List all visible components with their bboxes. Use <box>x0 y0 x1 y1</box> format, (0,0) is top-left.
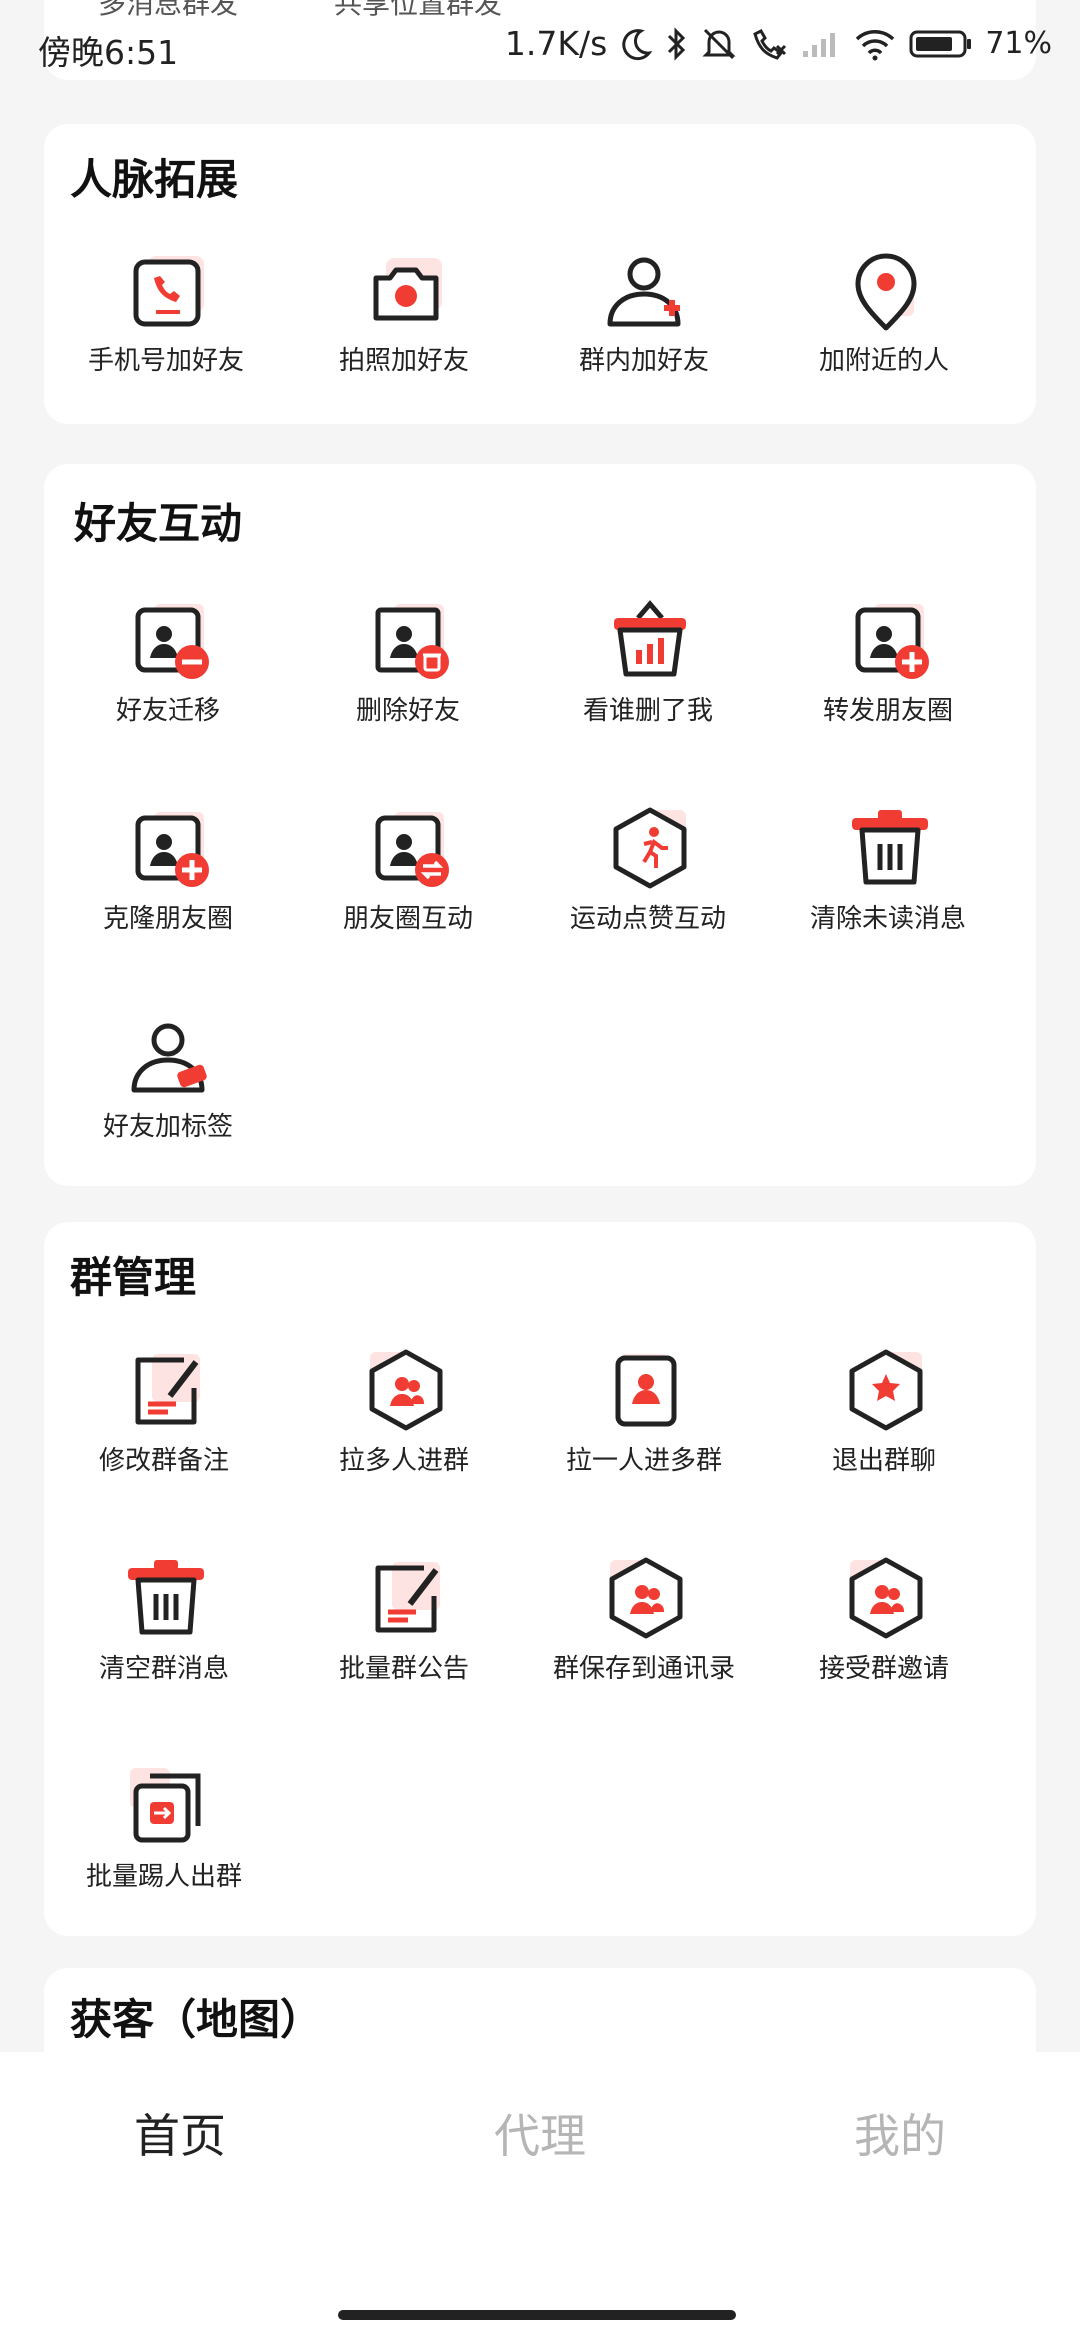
edit-note-icon <box>135 1354 200 1425</box>
item-friend-tag[interactable]: 好友加标签 <box>48 1014 288 1164</box>
battery-percent: 71% <box>985 26 1052 61</box>
phone-icon <box>133 256 204 327</box>
network-speed: 1.7K/s <box>504 24 608 63</box>
item-label: 清除未读消息 <box>809 904 966 934</box>
item-label: 看谁删了我 <box>582 696 713 726</box>
item-label: 群内加好友 <box>578 346 709 376</box>
item-forward-moments[interactable]: 转发朋友圈 <box>768 598 1008 748</box>
item-invite-one-many[interactable]: 拉一人进多群 <box>524 1348 764 1498</box>
item-edit-group-remark[interactable]: 修改群备注 <box>44 1348 284 1498</box>
item-sport-like[interactable]: 运动点赞互动 <box>528 806 768 956</box>
star-hexagon-icon <box>849 1349 923 1431</box>
item-label: 运动点赞互动 <box>569 904 726 934</box>
item-label: 拉一人进多群 <box>565 1446 722 1476</box>
item-who-deleted-me[interactable]: 看谁删了我 <box>528 598 768 748</box>
section-title: 好友互动 <box>74 499 243 548</box>
item-batch-kick[interactable]: 批量踢人出群 <box>44 1764 284 1914</box>
location-pin-icon <box>855 253 917 331</box>
bottom-tab-bar: 首页 代理 我的 <box>0 2052 1080 2340</box>
group-hexagon-icon <box>609 1557 683 1639</box>
section-title: 人脉拓展 <box>70 155 239 204</box>
section-title: 获客（地图） <box>70 1995 323 2044</box>
trash-icon <box>852 810 928 885</box>
item-invite-many[interactable]: 拉多人进群 <box>284 1348 524 1498</box>
item-clear-group-messages[interactable]: 清空群消息 <box>44 1556 284 1706</box>
item-moments-interact[interactable]: 朋友圈互动 <box>288 806 528 956</box>
item-label: 朋友圈互动 <box>342 904 473 934</box>
item-batch-group-notice[interactable]: 批量群公告 <box>284 1556 524 1706</box>
moon-icon <box>622 28 653 60</box>
item-phone-add-friend[interactable]: 手机号加好友 <box>46 248 286 398</box>
clone-moments-icon <box>135 812 209 887</box>
item-label: 好友加标签 <box>102 1112 233 1142</box>
item-save-group-contacts[interactable]: 群保存到通讯录 <box>524 1556 764 1706</box>
item-label: 群保存到通讯录 <box>552 1654 735 1684</box>
status-bar: 傍晚6:51 1.7K/s 71% <box>0 0 1080 100</box>
home-indicator[interactable] <box>338 2310 736 2320</box>
group-hexagon-icon <box>369 1349 443 1431</box>
item-label: 接受群邀请 <box>818 1654 949 1684</box>
forward-moments-icon <box>855 604 929 679</box>
tab-mine[interactable]: 我的 <box>720 2100 1080 2166</box>
moments-interact-icon <box>375 812 449 887</box>
status-icons: 1.7K/s 71% <box>505 24 1052 63</box>
section-network: 人脉拓展 手机号加好友 拍照加好友 群内加好友 加附近的人 <box>44 124 1036 424</box>
item-accept-group-invite[interactable]: 接受群邀请 <box>764 1556 1004 1706</box>
item-label: 克隆朋友圈 <box>102 904 233 934</box>
section-groups: 群管理 修改群备注 拉多人进群 拉一人进多群 退出群聊 清空群消息 批量群公告 … <box>44 1222 1036 1936</box>
section-title: 群管理 <box>70 1253 197 1302</box>
running-hexagon-icon <box>613 807 687 889</box>
item-label: 修改群备注 <box>98 1446 229 1476</box>
item-label: 拉多人进群 <box>338 1446 469 1476</box>
item-label: 手机号加好友 <box>87 346 244 376</box>
item-label: 清空群消息 <box>98 1654 229 1684</box>
call-off-icon <box>753 28 787 60</box>
person-add-icon <box>607 257 681 327</box>
bluetooth-icon <box>668 26 686 61</box>
item-label: 拍照加好友 <box>338 346 469 376</box>
kick-out-icon <box>130 1768 201 1843</box>
item-label: 转发朋友圈 <box>822 696 953 726</box>
item-photo-add-friend[interactable]: 拍照加好友 <box>284 248 524 398</box>
edit-note-icon <box>375 1562 440 1633</box>
item-clear-unread[interactable]: 清除未读消息 <box>768 806 1008 956</box>
section-friends: 好友互动 好友迁移 删除好友 看谁删了我 转发朋友圈 克隆朋友圈 朋友圈互动 运… <box>44 464 1036 1186</box>
item-label: 加附近的人 <box>818 346 949 376</box>
friend-migrate-icon <box>135 604 209 679</box>
item-label: 删除好友 <box>355 696 460 726</box>
wifi-icon <box>856 29 895 60</box>
tab-home[interactable]: 首页 <box>0 2100 360 2166</box>
camera-icon <box>373 258 442 321</box>
signal-icon <box>803 32 836 57</box>
item-label: 批量群公告 <box>338 1654 469 1684</box>
mute-icon <box>702 28 736 59</box>
delete-friend-icon <box>375 604 449 679</box>
item-delete-friend[interactable]: 删除好友 <box>288 598 528 748</box>
item-label: 好友迁移 <box>115 696 220 726</box>
item-leave-group[interactable]: 退出群聊 <box>764 1348 1004 1498</box>
item-group-add-friend[interactable]: 群内加好友 <box>524 248 764 398</box>
item-label: 批量踢人出群 <box>85 1862 242 1892</box>
status-time: 傍晚6:51 <box>38 33 179 72</box>
battery-icon <box>909 30 972 57</box>
trash-icon <box>128 1560 204 1635</box>
basket-chart-icon <box>614 600 686 677</box>
person-card-icon <box>615 1354 677 1427</box>
person-tag-icon <box>131 1023 207 1093</box>
item-clone-moments[interactable]: 克隆朋友圈 <box>48 806 288 956</box>
group-hexagon-icon <box>849 1557 923 1639</box>
item-label: 退出群聊 <box>831 1446 936 1476</box>
item-nearby-people[interactable]: 加附近的人 <box>764 248 1004 398</box>
item-friend-migrate[interactable]: 好友迁移 <box>48 598 288 748</box>
tab-agent[interactable]: 代理 <box>360 2100 720 2166</box>
